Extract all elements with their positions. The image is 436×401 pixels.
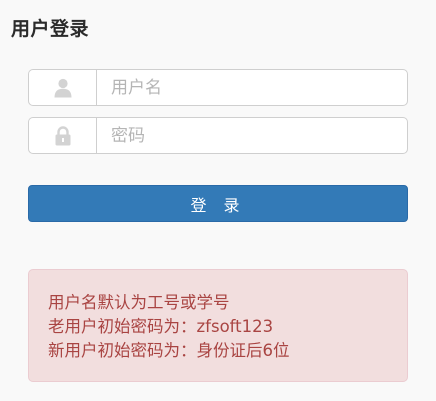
password-input-group (28, 117, 408, 154)
notice-line: 老用户初始密码为：zfsoft123 (48, 317, 274, 336)
user-icon (28, 69, 96, 106)
username-input[interactable] (96, 69, 408, 106)
password-input[interactable] (96, 117, 408, 154)
lock-icon (28, 117, 96, 154)
page-title: 用户登录 (11, 18, 90, 40)
notice-line: 用户名默认为工号或学号 (48, 293, 230, 312)
login-button[interactable]: 登 录 (28, 185, 408, 222)
username-input-group (28, 69, 408, 106)
login-notice: 用户名默认为工号或学号 老用户初始密码为：zfsoft123 新用户初始密码为：… (28, 269, 408, 382)
notice-line: 新用户初始密码为：身份证后6位 (48, 341, 290, 360)
